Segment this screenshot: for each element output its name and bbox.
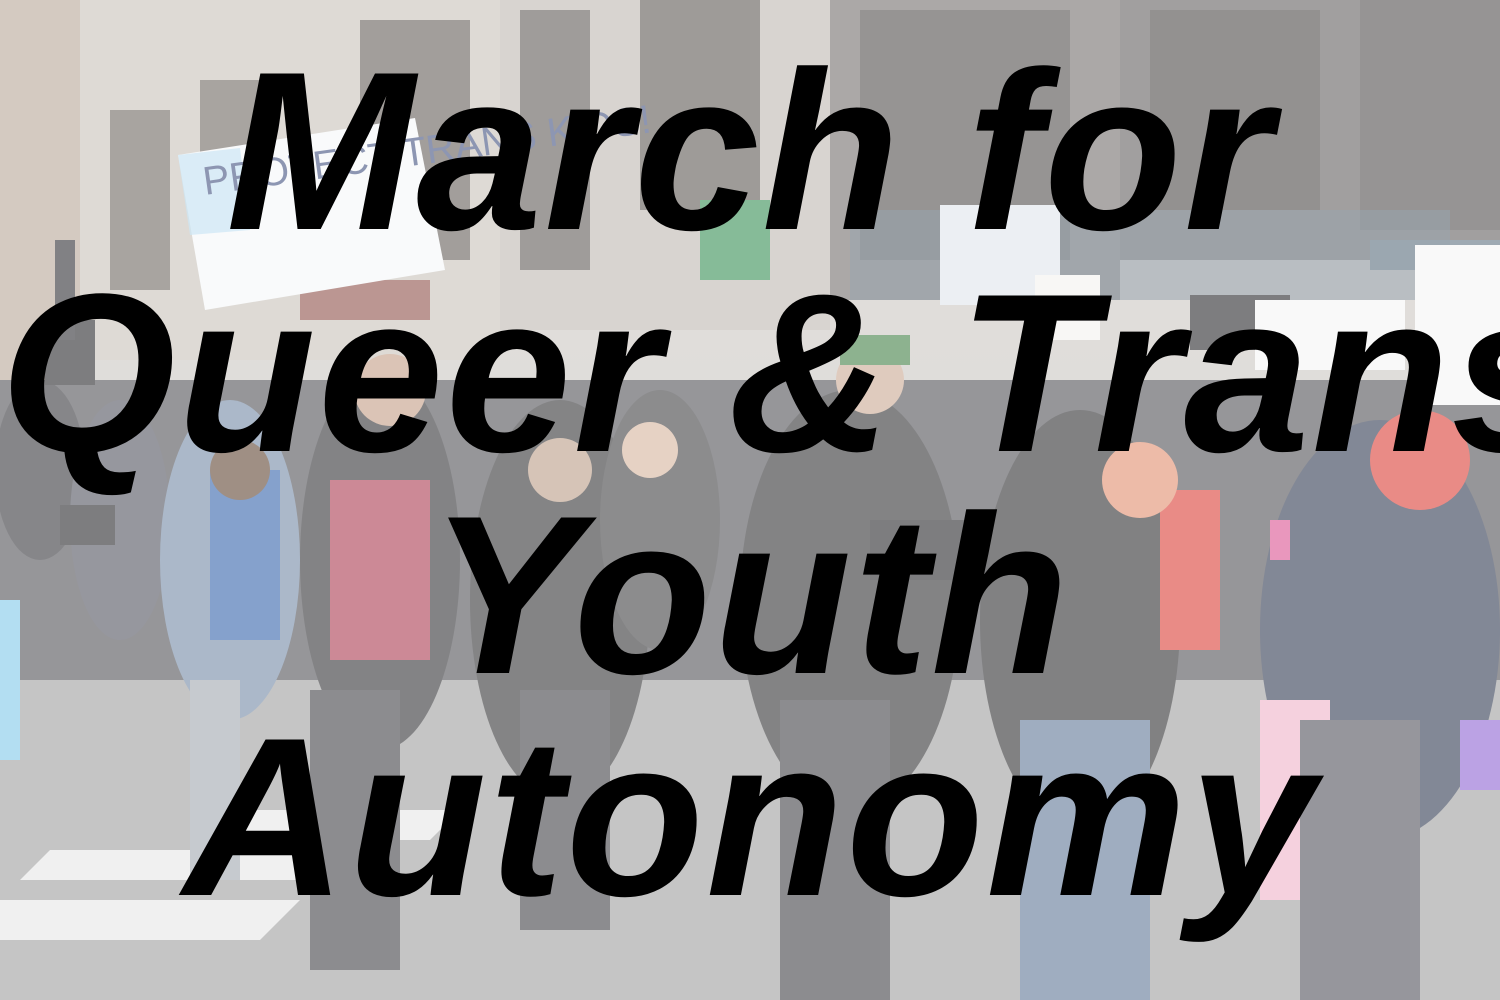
poster-canvas: PROTECT TRANS KIDS! March for Queer & Tr… bbox=[0, 0, 1500, 1000]
title-line-2: Queer & Trans bbox=[0, 246, 1500, 499]
title-line-1: March for bbox=[226, 24, 1274, 277]
title-line-3: Youth bbox=[429, 468, 1071, 721]
poster-title: March for Queer & Trans Youth Autonomy bbox=[0, 24, 1500, 943]
title-line-4: Autonomy bbox=[183, 690, 1317, 943]
